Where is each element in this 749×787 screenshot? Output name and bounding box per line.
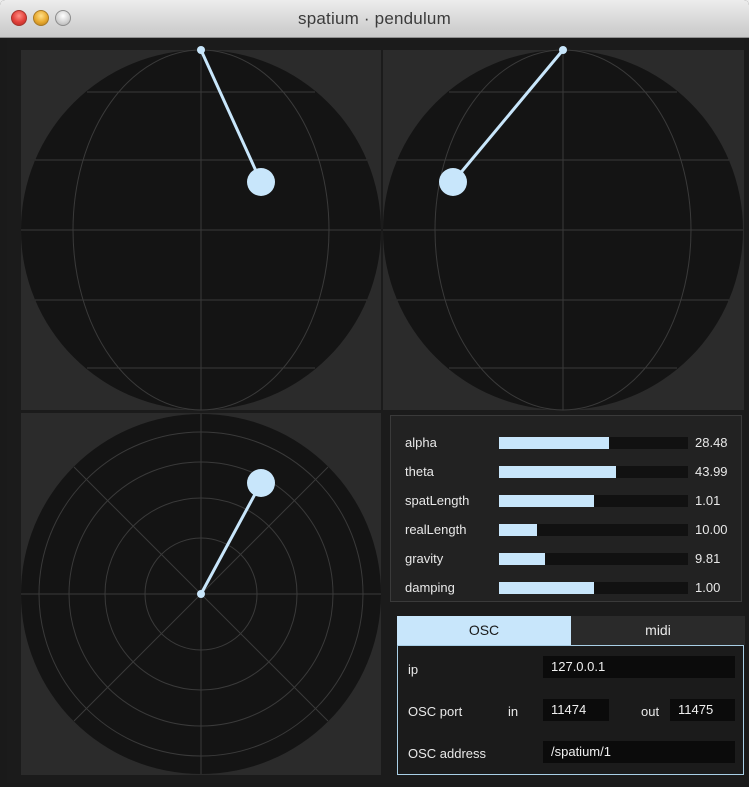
app-window: spatium · pendulum alpha 28.48 theta 43.… (0, 0, 749, 787)
top-view[interactable] (21, 413, 381, 775)
param-slider[interactable] (499, 553, 688, 565)
param-label: theta (405, 464, 434, 479)
front-pivot (197, 46, 205, 54)
param-label: spatLength (405, 493, 470, 508)
param-label: realLength (405, 522, 467, 537)
param-value: 9.81 (695, 551, 721, 566)
param-slider-fill (499, 553, 546, 565)
param-value: 1.01 (695, 493, 721, 508)
in-port-label: in (508, 704, 519, 719)
param-slider-fill (499, 466, 617, 478)
param-value: 10.00 (695, 522, 728, 537)
osc-port-label: OSC port (408, 704, 463, 719)
param-slider[interactable] (499, 437, 688, 449)
param-label: damping (405, 580, 455, 595)
title-bar[interactable]: spatium · pendulum (0, 0, 749, 38)
param-row-gravity[interactable]: gravity 9.81 (391, 546, 743, 570)
param-slider-fill (499, 582, 594, 594)
osc-address-label: OSC address (408, 746, 487, 761)
ip-label: ip (408, 662, 419, 677)
param-value: 1.00 (695, 580, 721, 595)
front-pendulum-bob[interactable] (247, 168, 275, 196)
front-view[interactable] (21, 46, 381, 411)
param-row-theta[interactable]: theta 43.99 (391, 459, 743, 483)
in-port-field[interactable]: 11474 (543, 699, 609, 721)
param-row-alpha[interactable]: alpha 28.48 (391, 430, 743, 454)
osc-settings-panel: ip 127.0.0.1 OSC port in 11474 out 11475… (397, 645, 744, 775)
param-slider-fill (499, 495, 594, 507)
param-slider-fill (499, 437, 609, 449)
top-pivot (197, 590, 205, 598)
side-pivot (559, 46, 567, 54)
side-view[interactable] (383, 46, 744, 411)
param-label: gravity (405, 551, 444, 566)
tab-osc[interactable]: OSC (397, 616, 571, 645)
parameter-panel: alpha 28.48 theta 43.99 spatLength 1.01 … (390, 415, 742, 602)
param-slider[interactable] (499, 495, 688, 507)
param-value: 43.99 (695, 464, 728, 479)
param-slider[interactable] (499, 524, 688, 536)
out-port-field[interactable]: 11475 (670, 699, 735, 721)
protocol-tabs: OSC midi (397, 616, 745, 645)
param-row-damping[interactable]: damping 1.00 (391, 575, 743, 599)
param-row-reallength[interactable]: realLength 10.00 (391, 517, 743, 541)
top-pendulum-bob[interactable] (247, 469, 275, 497)
side-pendulum-bob[interactable] (439, 168, 467, 196)
window-title: spatium · pendulum (298, 9, 451, 28)
out-port-label: out (641, 704, 660, 719)
param-slider[interactable] (499, 582, 688, 594)
param-slider-fill (499, 524, 537, 536)
param-slider[interactable] (499, 466, 688, 478)
param-label: alpha (405, 435, 437, 450)
tab-midi[interactable]: midi (571, 616, 745, 645)
ip-field[interactable]: 127.0.0.1 (543, 656, 735, 678)
osc-address-field[interactable]: /spatium/1 (543, 741, 735, 763)
param-row-spatlength[interactable]: spatLength 1.01 (391, 488, 743, 512)
param-value: 28.48 (695, 435, 728, 450)
